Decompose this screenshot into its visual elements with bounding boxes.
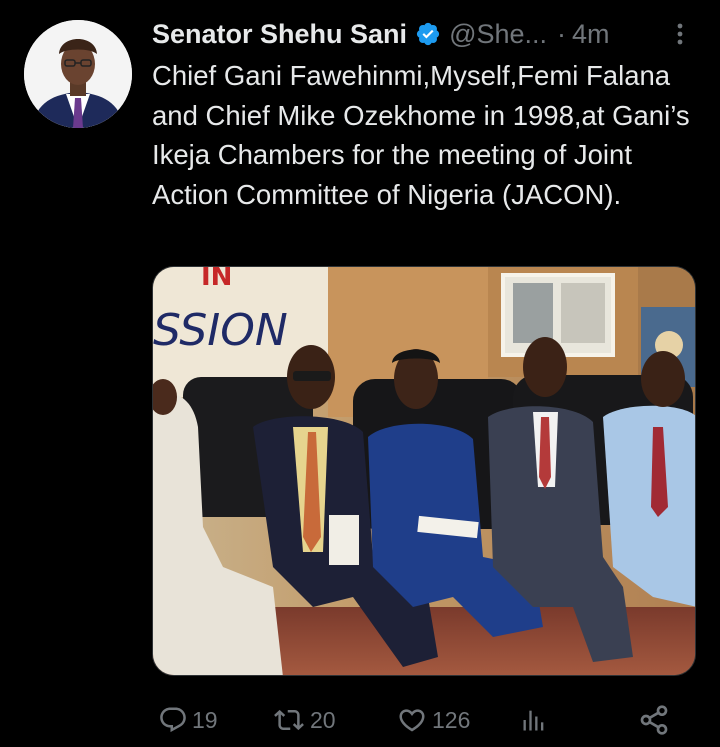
- share-button[interactable]: [638, 698, 670, 742]
- heart-icon: [396, 705, 428, 735]
- like-button[interactable]: 126: [396, 698, 470, 742]
- retweet-button[interactable]: 20: [272, 698, 336, 742]
- author-handle[interactable]: @She...: [449, 19, 547, 50]
- tweet-text: Chief Gani Fawehinmi,Myself,Femi Falana …: [152, 60, 698, 210]
- tweet-header: Senator Shehu Sani @She... · 4m: [152, 14, 697, 54]
- avatar-image: [24, 20, 132, 128]
- like-count: 126: [432, 706, 471, 733]
- author-display-name[interactable]: Senator Shehu Sani: [152, 19, 407, 50]
- action-bar: 19 20 126: [152, 698, 697, 742]
- avatar[interactable]: [24, 20, 132, 128]
- tweet-photo[interactable]: IN SSION: [152, 266, 696, 676]
- views-button[interactable]: [520, 698, 548, 742]
- reply-button[interactable]: 19: [158, 698, 218, 742]
- verified-badge-icon: [415, 21, 441, 47]
- share-icon: [638, 704, 670, 736]
- retweet-count: 20: [310, 706, 336, 733]
- separator-dot: ·: [557, 18, 567, 49]
- reply-icon: [158, 705, 188, 735]
- banner-text-top: IN: [201, 267, 232, 292]
- more-vertical-icon[interactable]: [668, 20, 692, 48]
- tweet[interactable]: Senator Shehu Sani @She... · 4m Chief Ga…: [0, 0, 720, 747]
- views-icon: [520, 705, 548, 735]
- banner-text: SSION: [153, 305, 288, 356]
- tweet-timestamp[interactable]: 4m: [572, 19, 610, 50]
- reply-count: 19: [192, 706, 218, 733]
- retweet-icon: [272, 705, 306, 735]
- photo-image: IN SSION: [153, 267, 695, 675]
